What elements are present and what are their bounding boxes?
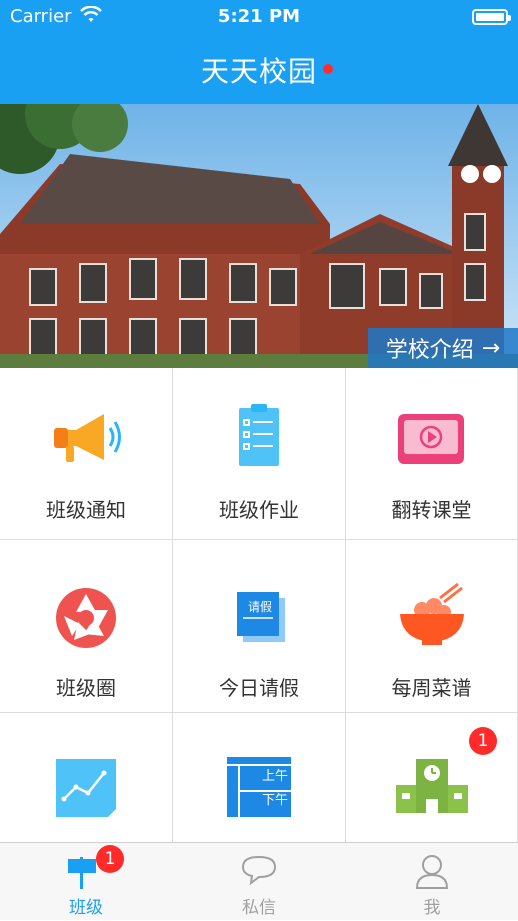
grid-item-homework[interactable]: 班级作业: [173, 368, 346, 540]
school-building-icon: [396, 759, 468, 813]
notification-dot: [323, 64, 333, 74]
tab-class[interactable]: 1 班级: [0, 843, 172, 921]
clock: 5:21 PM: [217, 6, 301, 27]
grid-item-label: 班级通知: [46, 498, 126, 522]
chart-trend-icon: [56, 759, 116, 817]
tab-label: 私信: [242, 898, 276, 918]
tab-label: 我: [423, 898, 441, 918]
grid-item-schedule[interactable]: 上午 下午: [173, 713, 346, 842]
school-intro-label: 学校介绍: [385, 338, 474, 363]
battery-icon: [472, 9, 511, 25]
megaphone-icon: [54, 414, 121, 462]
leave-note-icon: [237, 592, 285, 642]
school-banner[interactable]: 学校介绍 →: [0, 104, 518, 368]
grid-item-flipped-class[interactable]: 翻转课堂: [346, 368, 518, 540]
grid-item-label: 班级圈: [56, 676, 116, 700]
tab-messages[interactable]: 私信: [173, 843, 345, 921]
grid-item-class-notice[interactable]: 班级通知: [0, 368, 173, 540]
schedule-morning-text: 上午: [261, 769, 288, 784]
video-tv-icon: [398, 414, 464, 464]
tab-bar: 1 班级 私信 我: [0, 842, 518, 920]
grid-item-label: 每周菜谱: [391, 676, 472, 700]
grid-item-class-circle[interactable]: 班级圈: [0, 540, 173, 713]
grid-item-label: 班级作业: [219, 498, 299, 522]
tab-label: 班级: [69, 898, 103, 918]
grid-item-chart[interactable]: [0, 713, 173, 842]
leave-icon-text: 请假: [247, 600, 272, 614]
chat-bubble-icon: [241, 855, 277, 886]
tab-me[interactable]: 我: [346, 843, 518, 921]
grid-item-label: 翻转课堂: [391, 498, 472, 522]
grid-item-label: 今日请假: [219, 676, 299, 700]
clipboard-icon: [239, 404, 279, 466]
nav-bar: 天天校园: [0, 34, 518, 104]
grid-item-leave[interactable]: 请假 今日请假: [173, 540, 346, 713]
grid-item-weekly-menu[interactable]: 每周菜谱: [346, 540, 518, 713]
status-bar: Carrier 5:21 PM: [0, 0, 518, 34]
camera-aperture-icon: [56, 588, 116, 648]
school-intro-link[interactable]: 学校介绍 →: [368, 328, 518, 368]
person-icon: [415, 855, 449, 889]
notification-badge: 1: [469, 727, 497, 755]
schedule-afternoon-text: 下午: [261, 793, 288, 808]
grid-item-school[interactable]: 1: [346, 713, 518, 842]
page-title: 天天校园: [200, 55, 317, 88]
arrow-right-icon: →: [481, 335, 501, 361]
feature-grid: 班级通知 班级作业 翻转课堂 班级圈 请假 今日请假 每周菜谱 上午 下午 1: [0, 368, 518, 842]
tab-badge: 1: [96, 845, 124, 873]
food-bowl-icon: [400, 582, 464, 645]
